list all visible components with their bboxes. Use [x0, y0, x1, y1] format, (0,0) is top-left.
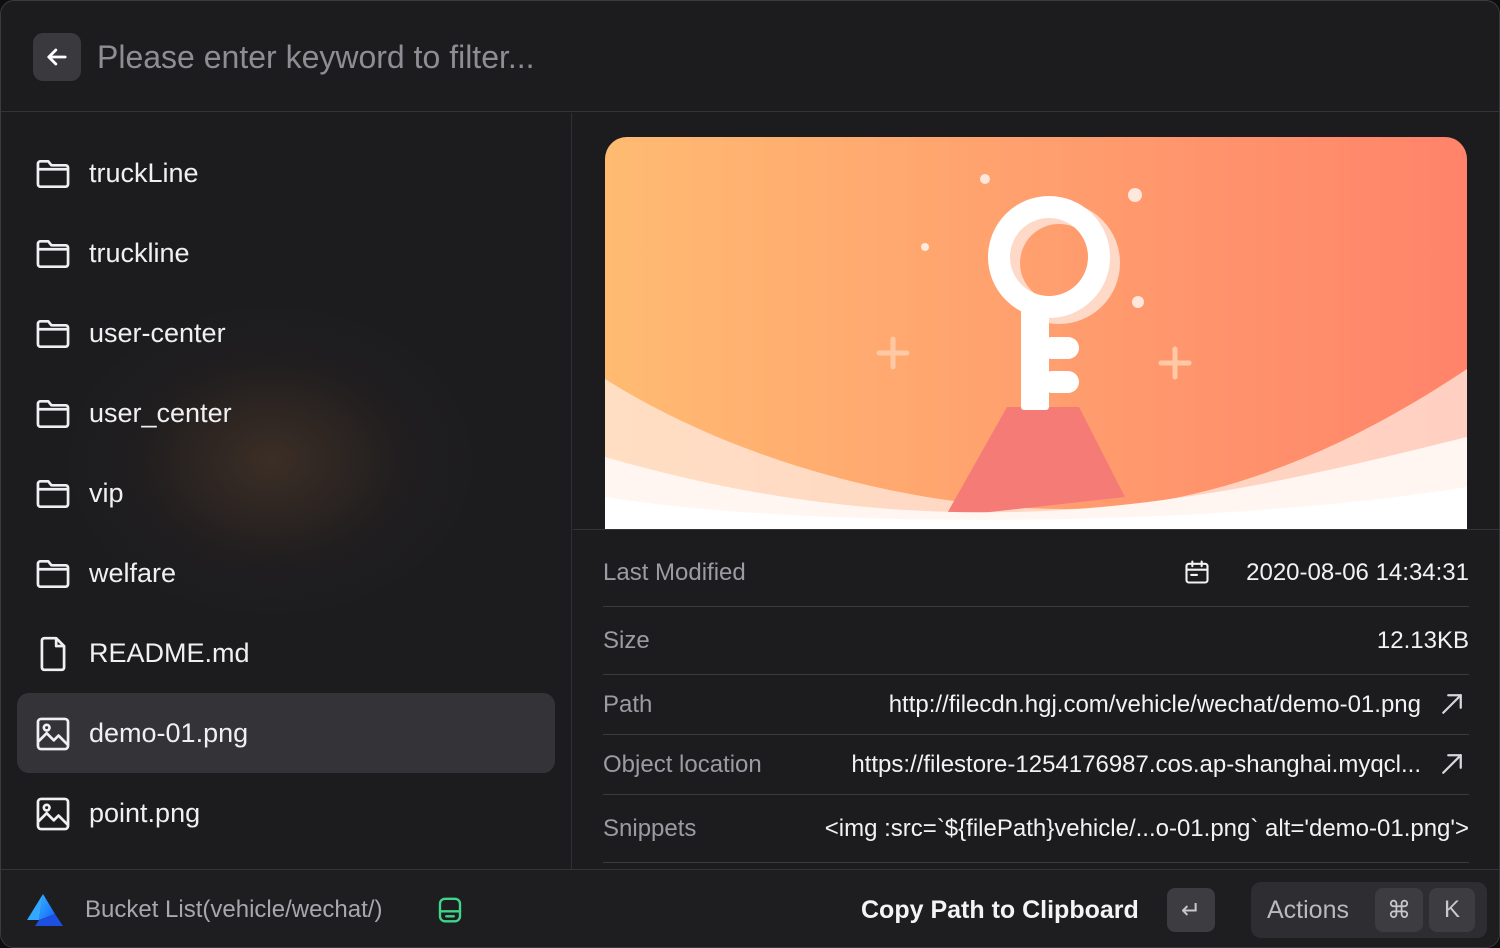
file-icon — [40, 636, 66, 672]
detail-key: Snippets — [603, 815, 697, 842]
list-item-demo-01-image[interactable]: demo-01.png — [17, 693, 555, 773]
calendar-icon — [1185, 560, 1209, 584]
launcher-window: truckLine truckline user-center user_cen… — [0, 0, 1500, 948]
preview-divider — [573, 529, 1499, 530]
k-key-hint: K — [1429, 888, 1475, 932]
list-item-truckline-lower-folder[interactable]: truckline — [17, 213, 555, 293]
folder-icon — [36, 479, 70, 509]
folder-icon — [36, 319, 70, 349]
image-preview — [605, 137, 1467, 529]
external-link-icon[interactable] — [1437, 689, 1467, 719]
list-item-label: README.md — [89, 638, 250, 668]
list-item-label: truckline — [89, 238, 190, 268]
list-item-label: vip — [89, 478, 124, 508]
image-icon — [36, 797, 70, 831]
size-value: 12.13KB — [1376, 627, 1469, 654]
app-logo-icon — [27, 894, 63, 926]
list-item-label: welfare — [89, 558, 177, 588]
search-header — [1, 1, 1499, 112]
actions-label: Actions — [1267, 896, 1349, 924]
search-input[interactable] — [97, 31, 1457, 83]
arrow-left-icon — [47, 48, 67, 66]
detail-size: Size 12.13KB — [603, 607, 1469, 675]
list-item-label: demo-01.png — [89, 718, 249, 748]
detail-key: Object location — [603, 751, 762, 778]
list-item-user-center-underscore-folder[interactable]: user_center — [17, 373, 555, 453]
enter-key-hint: ↵ — [1167, 888, 1215, 932]
list-item-label: point.png — [89, 798, 201, 828]
external-link-icon[interactable] — [1437, 749, 1467, 779]
list-item-point-image[interactable]: point.png — [17, 773, 555, 853]
snippets-value[interactable]: <img :src=`${filePath}vehicle/...o-01.pn… — [825, 815, 1469, 843]
folder-icon — [36, 239, 70, 269]
command-key-hint: ⌘ — [1375, 888, 1423, 932]
copy-path-button[interactable]: Copy Path to Clipboard — [861, 870, 1139, 947]
bucket-title: Bucket List(vehicle/wechat/) — [85, 896, 383, 923]
folder-icon — [36, 159, 70, 189]
list-item-user-center-folder[interactable]: user-center — [17, 293, 555, 373]
folder-icon — [36, 559, 70, 589]
detail-last-modified: Last Modified 2020-08-06 14:34:31 — [603, 541, 1469, 607]
key-illustration — [605, 137, 1467, 529]
last-modified-value: 2020-08-06 14:34:31 — [1246, 559, 1469, 586]
detail-key: Size — [603, 627, 650, 654]
list-item-label: user_center — [89, 398, 232, 428]
detail-object-location: Object location https://filestore-125417… — [603, 735, 1469, 795]
detail-path: Path http://filecdn.hgj.com/vehicle/wech… — [603, 675, 1469, 735]
list-item-label: truckLine — [89, 158, 199, 188]
object-location-value[interactable]: https://filestore-1254176987.cos.ap-shan… — [851, 751, 1421, 779]
list-item-welfare-folder[interactable]: welfare — [17, 533, 555, 613]
list-item-truckline-folder[interactable]: truckLine — [17, 133, 555, 213]
detail-key: Path — [603, 691, 653, 718]
back-button[interactable] — [33, 33, 81, 81]
image-icon — [36, 717, 70, 751]
action-bar: Bucket List(vehicle/wechat/) Copy Path t… — [1, 869, 1499, 947]
detail-snippets: Snippets <img :src=`${filePath}vehicle/.… — [603, 795, 1469, 863]
file-list: truckLine truckline user-center user_cen… — [1, 113, 572, 869]
folder-icon — [36, 399, 70, 429]
detail-key: Last Modified — [603, 559, 746, 586]
actions-button[interactable]: Actions ⌘ K — [1251, 882, 1487, 938]
list-item-label: user-center — [89, 318, 226, 348]
list-item-readme-file[interactable]: README.md — [17, 613, 555, 693]
list-item-vip-folder[interactable]: vip — [17, 453, 555, 533]
hard-drive-icon — [438, 897, 462, 923]
path-value[interactable]: http://filecdn.hgj.com/vehicle/wechat/de… — [889, 691, 1421, 719]
